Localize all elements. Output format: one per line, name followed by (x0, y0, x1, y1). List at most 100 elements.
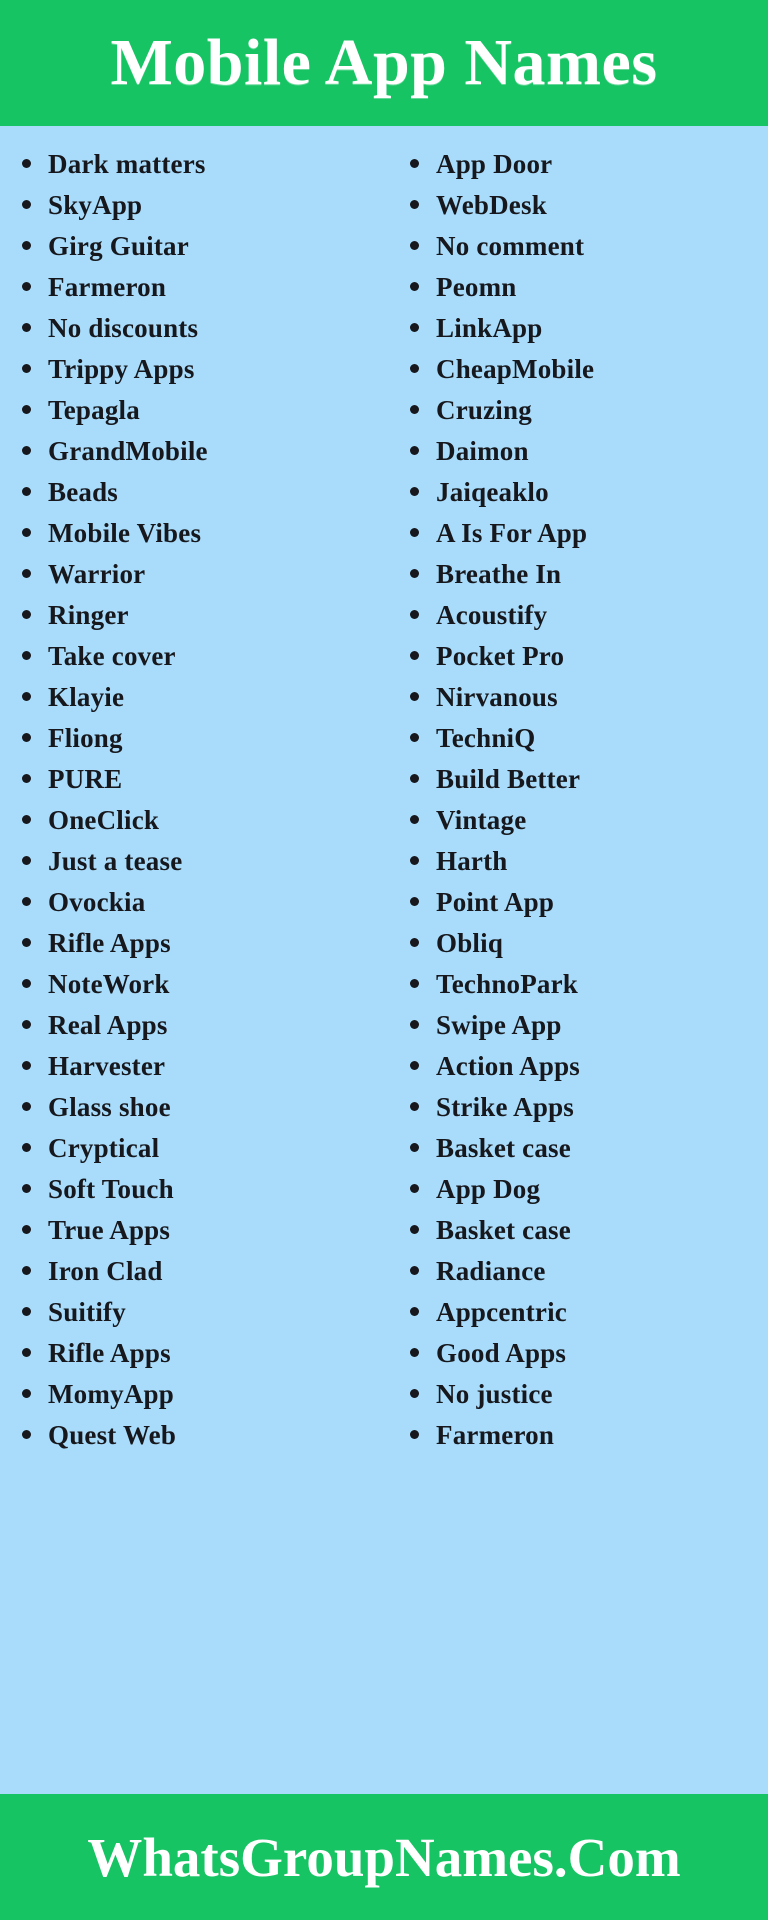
name-list-area: Dark matters SkyApp Girg Guitar Farmeron No … (0, 126, 768, 1794)
list-item: No justice (410, 1374, 768, 1415)
bullet-icon (22, 569, 31, 578)
list-item-label: Farmeron (48, 272, 167, 302)
list-item: MomyApp (22, 1374, 384, 1415)
bullet-icon (410, 446, 419, 455)
list-item-label: A Is For App (436, 518, 588, 548)
list-item: PURE (22, 759, 384, 800)
bullet-icon (22, 241, 31, 250)
list-item: Fliong (22, 718, 384, 759)
footer-banner: WhatsGroupNames.Com (0, 1794, 768, 1920)
list-item-label: Glass shoe (48, 1092, 171, 1122)
list-item-label: Strike Apps (436, 1092, 574, 1122)
list-item: Jaiqeaklo (410, 472, 768, 513)
list-item: OneClick (22, 800, 384, 841)
right-column-list: App Door WebDesk No comment Peomn LinkApp Che… (410, 144, 768, 1456)
list-item: Iron Clad (22, 1251, 384, 1292)
list-item-label: Point App (436, 887, 555, 917)
list-item-label: TechnoPark (436, 969, 579, 999)
list-item: Point App (410, 882, 768, 923)
list-item-label: Nirvanous (436, 682, 558, 712)
bullet-icon (410, 610, 419, 619)
list-item-label: Pocket Pro (436, 641, 565, 671)
list-item-label: LinkApp (436, 313, 543, 343)
list-item-label: Warrior (48, 559, 146, 589)
list-item: App Dog (410, 1169, 768, 1210)
bullet-icon (410, 733, 419, 742)
list-item-label: WebDesk (436, 190, 547, 220)
list-item-label: SkyApp (48, 190, 143, 220)
bullet-icon (410, 979, 419, 988)
bullet-icon (410, 405, 419, 414)
bullet-icon (410, 1348, 419, 1357)
list-item-label: NoteWork (48, 969, 170, 999)
list-item: Breathe In (410, 554, 768, 595)
list-item: TechniQ (410, 718, 768, 759)
bullet-icon (410, 528, 419, 537)
list-item-label: Dark matters (48, 149, 206, 179)
list-item-label: No comment (436, 231, 585, 261)
list-item: Soft Touch (22, 1169, 384, 1210)
list-item-label: Basket case (436, 1133, 571, 1163)
list-item-label: Ringer (48, 600, 129, 630)
list-item-label: Just a tease (48, 846, 183, 876)
bullet-icon (410, 1307, 419, 1316)
bullet-icon (410, 1266, 419, 1275)
list-item-label: Acoustify (436, 600, 548, 630)
list-item-label: Mobile Vibes (48, 518, 202, 548)
left-column: Dark matters SkyApp Girg Guitar Farmeron No … (0, 144, 384, 1456)
list-item: Acoustify (410, 595, 768, 636)
bullet-icon (22, 856, 31, 865)
list-item: CheapMobile (410, 349, 768, 390)
list-item-label: Action Apps (436, 1051, 580, 1081)
list-item: App Door (410, 144, 768, 185)
bullet-icon (22, 651, 31, 660)
site-name: WhatsGroupNames.Com (87, 1826, 681, 1888)
list-item-label: Quest Web (48, 1420, 177, 1450)
list-item-label: Klayie (48, 682, 125, 712)
list-item-label: Build Better (436, 764, 581, 794)
list-item-label: Soft Touch (48, 1174, 174, 1204)
list-item-label: Cryptical (48, 1133, 160, 1163)
bullet-icon (22, 897, 31, 906)
bullet-icon (410, 1020, 419, 1029)
bullet-icon (22, 1389, 31, 1398)
list-item-label: Jaiqeaklo (436, 477, 549, 507)
list-item: Good Apps (410, 1333, 768, 1374)
bullet-icon (410, 856, 419, 865)
list-item-label: TechniQ (436, 723, 536, 753)
bullet-icon (22, 1143, 31, 1152)
list-item-label: Harth (436, 846, 508, 876)
list-item-label: Swipe App (436, 1010, 562, 1040)
list-item: Tepagla (22, 390, 384, 431)
bullet-icon (410, 1430, 419, 1439)
bullet-icon (22, 1430, 31, 1439)
bullet-icon (22, 1225, 31, 1234)
bullet-icon (22, 446, 31, 455)
list-item: Basket case (410, 1210, 768, 1251)
list-item: Trippy Apps (22, 349, 384, 390)
list-item: Cryptical (22, 1128, 384, 1169)
bullet-icon (22, 1307, 31, 1316)
list-item: TechnoPark (410, 964, 768, 1005)
list-item-label: Good Apps (436, 1338, 567, 1368)
list-item-label: Beads (48, 477, 119, 507)
bullet-icon (410, 241, 419, 250)
list-item: GrandMobile (22, 431, 384, 472)
list-item-label: No justice (436, 1379, 553, 1409)
list-item: Cruzing (410, 390, 768, 431)
list-item: Farmeron (410, 1415, 768, 1456)
list-item: Suitify (22, 1292, 384, 1333)
list-item: Rifle Apps (22, 1333, 384, 1374)
bullet-icon (22, 815, 31, 824)
bullet-icon (410, 1389, 419, 1398)
bullet-icon (410, 159, 419, 168)
bullet-icon (22, 528, 31, 537)
list-item-label: Farmeron (436, 1420, 555, 1450)
list-item: Obliq (410, 923, 768, 964)
list-item-label: Ovockia (48, 887, 146, 917)
list-item: True Apps (22, 1210, 384, 1251)
list-item-label: Rifle Apps (48, 928, 171, 958)
list-item-label: App Door (436, 149, 553, 179)
list-item-label: Daimon (436, 436, 529, 466)
list-item: Ovockia (22, 882, 384, 923)
